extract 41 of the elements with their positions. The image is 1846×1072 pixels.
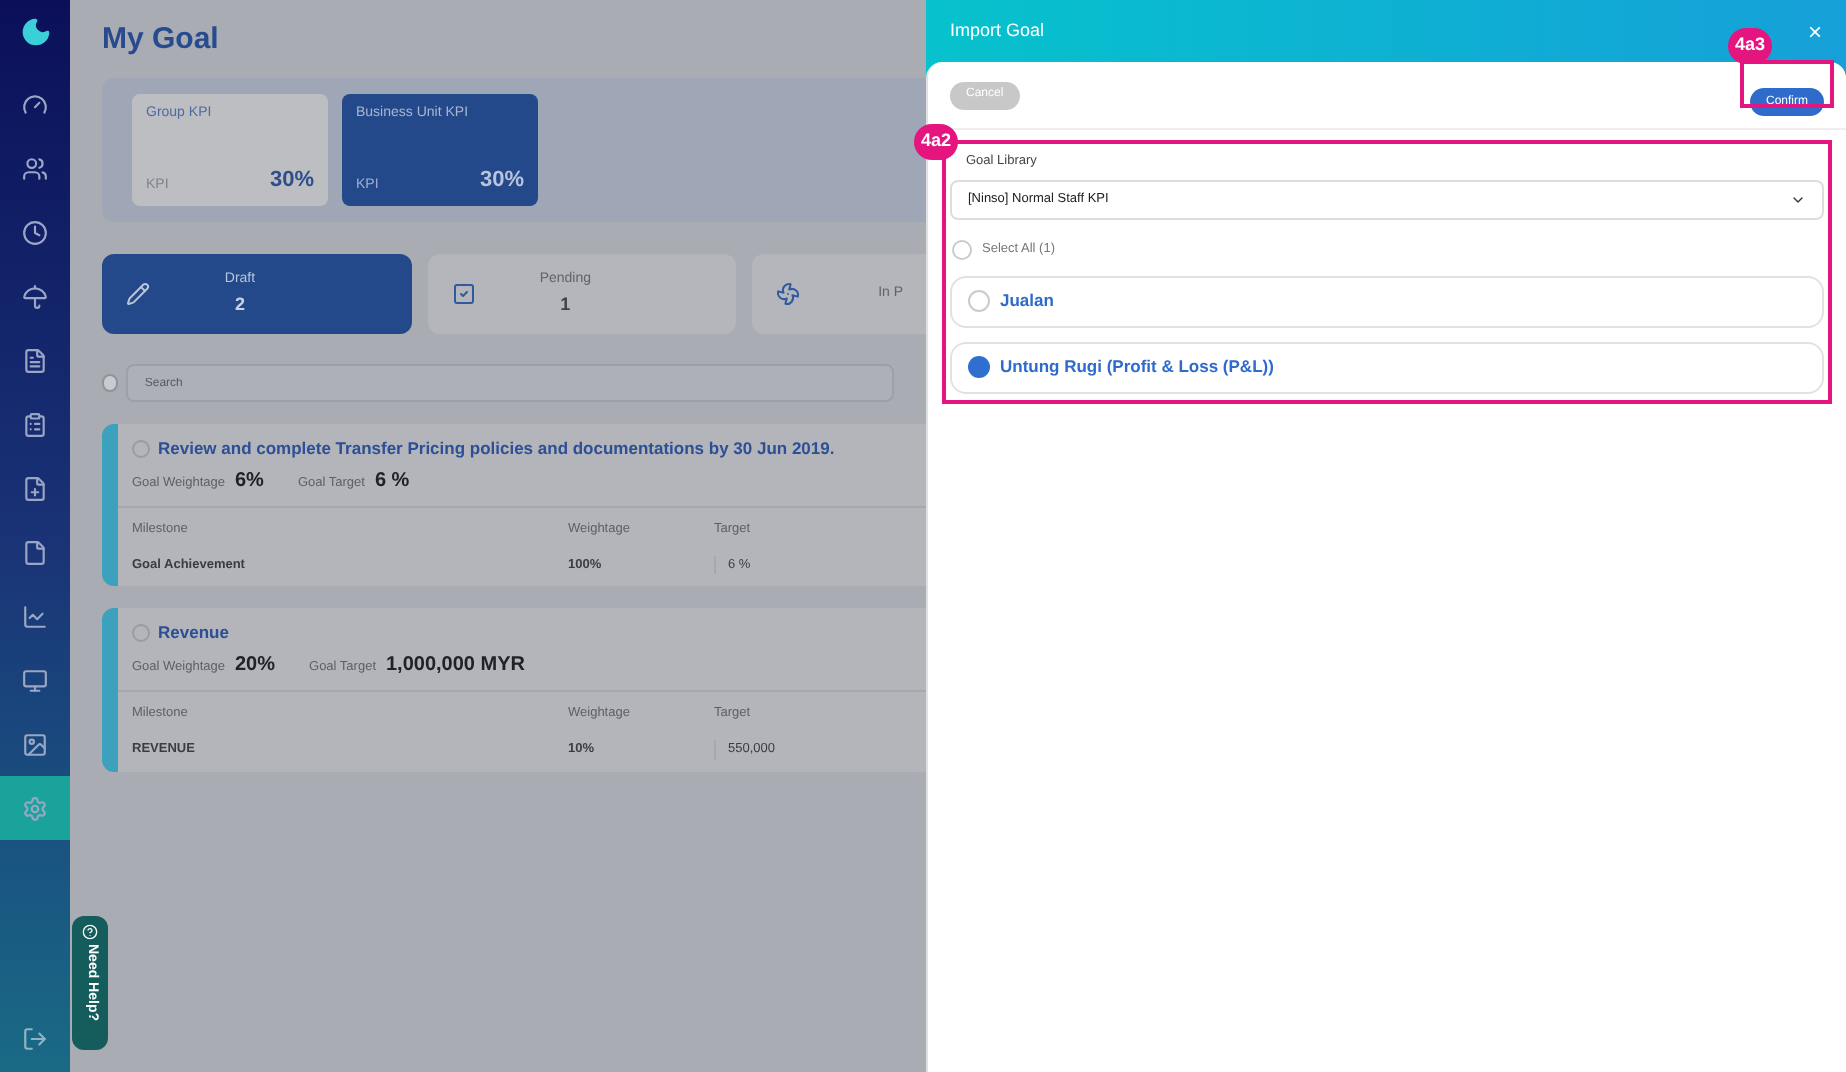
status-count: 1 bbox=[560, 291, 571, 317]
weightage-value: 20% bbox=[235, 652, 276, 680]
callout-badge: 4a3 bbox=[1727, 27, 1772, 63]
radio-button[interactable] bbox=[968, 356, 990, 379]
goal-checkbox[interactable] bbox=[132, 439, 150, 458]
gauge-icon bbox=[22, 91, 48, 117]
kpi-value: 30% bbox=[269, 165, 314, 195]
people-icon bbox=[22, 155, 48, 181]
kpi-value: 30% bbox=[479, 165, 524, 195]
dialog-title: Import Goal bbox=[950, 17, 1045, 44]
radio-button[interactable] bbox=[968, 290, 990, 313]
goal-checkbox[interactable] bbox=[132, 624, 150, 643]
checkbox-icon bbox=[451, 282, 476, 306]
callout-badge: 4a2 bbox=[914, 124, 958, 160]
select-checkbox[interactable] bbox=[102, 374, 119, 392]
gear-icon bbox=[22, 795, 48, 821]
radio-button[interactable] bbox=[952, 239, 972, 260]
goal-option[interactable]: Jualan bbox=[950, 275, 1824, 328]
logo-icon bbox=[19, 16, 51, 48]
pinwheel-icon bbox=[776, 282, 801, 306]
goal-title[interactable]: Review and complete Transfer Pricing policies and documentations by 30 Jun 2019. bbox=[158, 436, 835, 462]
file-plus-icon bbox=[22, 475, 48, 501]
close-button[interactable]: × bbox=[1807, 19, 1822, 43]
page-title: My Goal bbox=[102, 20, 221, 60]
clock-icon bbox=[22, 219, 48, 245]
clipboard-icon bbox=[22, 411, 48, 437]
weightage-value: 6% bbox=[235, 467, 264, 496]
umbrella-icon bbox=[22, 283, 48, 309]
document-icon bbox=[22, 539, 48, 565]
status-count: 2 bbox=[234, 291, 245, 317]
monitor-icon bbox=[22, 667, 48, 693]
goal-option[interactable]: Untung Rugi (Profit & Loss (P&L)) bbox=[950, 341, 1824, 394]
logout-icon[interactable] bbox=[22, 1026, 48, 1052]
option-label: Untung Rugi (Profit & Loss (P&L)) bbox=[1000, 354, 1274, 381]
option-label: Jualan bbox=[1000, 288, 1054, 315]
target-value: 6 % bbox=[374, 467, 410, 496]
help-icon bbox=[82, 924, 98, 940]
target-value: 1,000,000 MYR bbox=[386, 652, 525, 680]
pencil-icon bbox=[126, 282, 150, 306]
goal-title[interactable]: Revenue bbox=[158, 620, 229, 646]
line-chart-icon bbox=[22, 603, 48, 629]
